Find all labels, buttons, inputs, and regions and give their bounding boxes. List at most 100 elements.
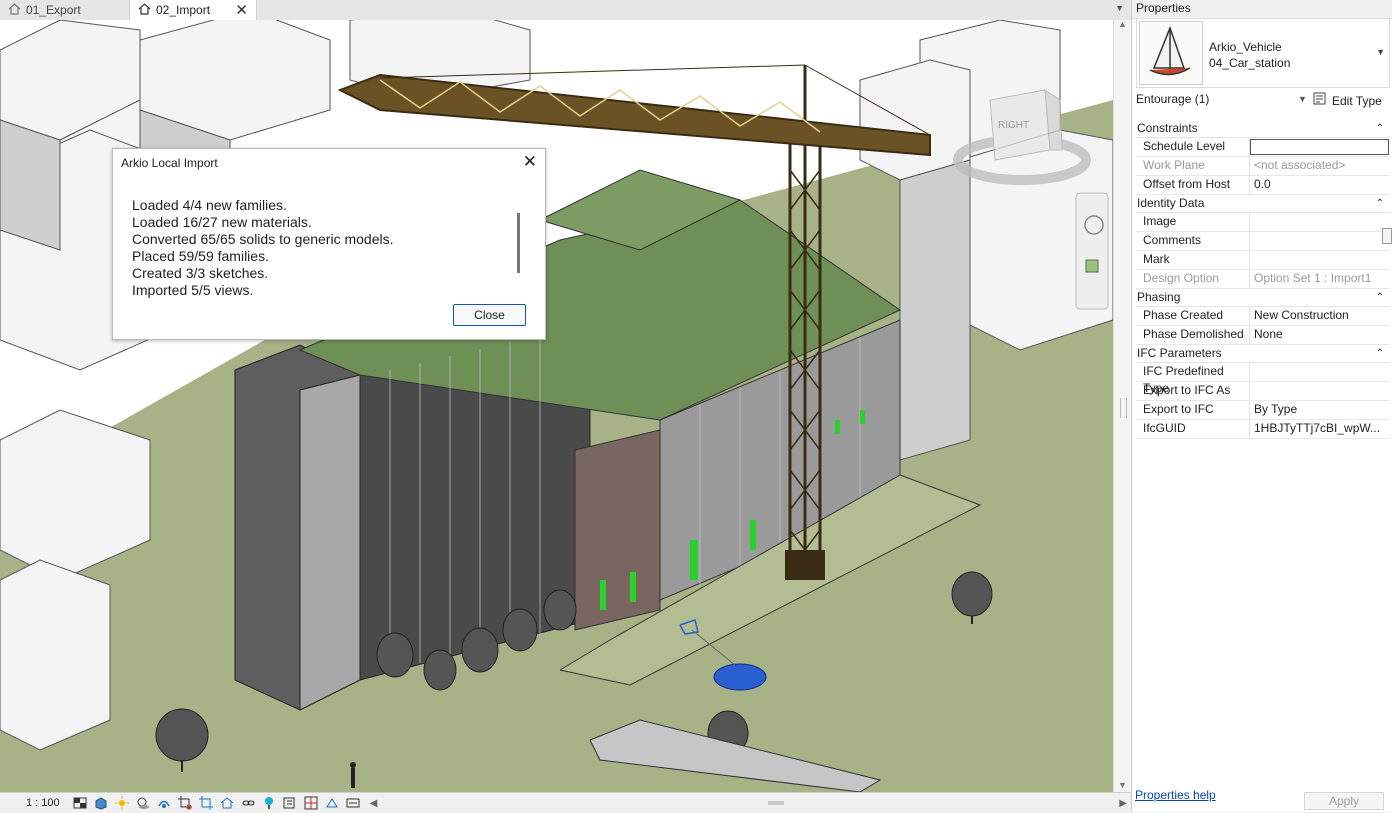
property-value: Option Set 1 : Import1: [1254, 271, 1372, 285]
temporary-view-properties-icon[interactable]: [282, 796, 298, 810]
unlock-3d-view-icon[interactable]: [219, 796, 235, 810]
temporary-hide-icon[interactable]: [240, 796, 256, 810]
properties-scroll-thumb[interactable]: [1382, 228, 1392, 244]
collapse-icon[interactable]: ⌃: [1376, 345, 1384, 362]
property-row[interactable]: Phase Created New Construction: [1136, 307, 1390, 326]
scroll-grip[interactable]: [1120, 398, 1127, 418]
navigation-bar: [1075, 192, 1109, 310]
type-name: Arkio_Vehicle 04_Car_station: [1209, 39, 1290, 71]
chevron-down-icon[interactable]: ▼: [1298, 94, 1307, 104]
message-line: Loaded 4/4 new families.: [132, 197, 287, 213]
property-name: Image: [1136, 213, 1250, 231]
shadows-icon[interactable]: [135, 796, 151, 810]
property-name: Phase Created: [1136, 307, 1250, 325]
property-row[interactable]: Export to IFC As: [1136, 382, 1390, 401]
property-name: Work Plane: [1136, 157, 1250, 175]
property-value[interactable]: [1250, 232, 1390, 250]
scroll-down-icon[interactable]: ▼: [1118, 780, 1127, 790]
collapse-icon[interactable]: ⌃: [1376, 195, 1384, 212]
render-icon[interactable]: [156, 796, 172, 810]
collapse-icon[interactable]: ⌃: [1376, 289, 1384, 306]
properties-grid: Constraints ⌃ Schedule Level Work Plane <n…: [1136, 120, 1390, 439]
dialog-scrollbar[interactable]: [517, 201, 520, 291]
property-value[interactable]: [1250, 251, 1390, 269]
crop-view-icon[interactable]: [177, 796, 193, 810]
sailboat-icon: [1149, 25, 1191, 76]
collapse-icon[interactable]: ⌃: [1376, 120, 1384, 137]
property-value[interactable]: 1HBJTyTTj7cBI_wpW...: [1250, 420, 1390, 438]
group-phasing[interactable]: Phasing ⌃: [1136, 289, 1390, 307]
type-dropdown-icon[interactable]: ▼: [1376, 47, 1385, 57]
group-label: Constraints: [1137, 121, 1198, 135]
apply-button[interactable]: Apply: [1304, 792, 1384, 810]
property-row[interactable]: Export to IFC By Type: [1136, 401, 1390, 420]
viewport-vertical-scrollbar[interactable]: ▲ ▼: [1113, 19, 1132, 792]
message-line: Placed 59/59 families.: [132, 248, 269, 264]
visual-style-icon[interactable]: [93, 796, 109, 810]
dialog-title: Arkio Local Import: [121, 156, 218, 170]
property-row: Work Plane <not associated>: [1136, 157, 1390, 176]
close-tab-icon[interactable]: ✕: [235, 1, 248, 19]
house-icon: [8, 2, 21, 18]
group-identity-data[interactable]: Identity Data ⌃: [1136, 195, 1390, 213]
property-name: Comments: [1136, 232, 1250, 250]
edit-type-label: Edit Type: [1332, 93, 1382, 108]
property-row[interactable]: IFC Predefined Type: [1136, 363, 1390, 395]
close-button[interactable]: Close: [453, 304, 526, 326]
group-label: IFC Parameters: [1137, 346, 1222, 360]
zoom-icon[interactable]: [1085, 259, 1099, 273]
property-value[interactable]: [1250, 382, 1390, 400]
message-line: Converted 65/65 solids to generic models…: [132, 231, 394, 247]
message-line: Loaded 16/27 new materials.: [132, 214, 312, 230]
property-value[interactable]: None: [1250, 326, 1390, 344]
properties-help-link[interactable]: Properties help: [1135, 788, 1216, 802]
property-row[interactable]: IfcGUID 1HBJTyTTj7cBI_wpW...: [1136, 420, 1390, 439]
instance-filter[interactable]: Entourage (1) ▼: [1136, 92, 1307, 106]
scroll-left-icon[interactable]: ◀: [370, 798, 378, 809]
group-constraints[interactable]: Constraints ⌃: [1136, 120, 1390, 138]
property-value[interactable]: By Type: [1250, 401, 1390, 419]
highlight-displacement-icon[interactable]: [345, 796, 361, 810]
horizontal-scroll-grip[interactable]: [768, 801, 784, 805]
property-value[interactable]: [1250, 213, 1390, 231]
show-crop-region-icon[interactable]: [198, 796, 214, 810]
property-name: IFC Predefined Type: [1136, 363, 1250, 395]
scroll-up-icon[interactable]: ▲: [1118, 19, 1127, 29]
family-name: Arkio_Vehicle: [1209, 40, 1282, 54]
dialog-close-icon[interactable]: ✕: [523, 152, 537, 172]
property-value[interactable]: [1250, 139, 1389, 155]
tab-list-dropdown-icon[interactable]: ▼: [1115, 3, 1124, 13]
tab-01-export[interactable]: 01_Export: [0, 0, 128, 20]
sun-path-icon[interactable]: [114, 796, 130, 810]
3d-viewport[interactable]: RIGHT Arkio Local Import ✕ Loaded 4/4 ne…: [0, 20, 1113, 792]
property-row[interactable]: Offset from Host 0.0: [1136, 176, 1390, 195]
property-name: IfcGUID: [1136, 420, 1250, 438]
property-row[interactable]: Image: [1136, 213, 1390, 232]
arkio-import-dialog: Arkio Local Import ✕ Loaded 4/4 new fami…: [112, 148, 546, 340]
property-row[interactable]: Comments: [1136, 232, 1390, 251]
properties-title: Properties: [1132, 0, 1392, 19]
tab-02-import[interactable]: 02_Import ✕: [129, 0, 257, 20]
analytical-model-icon[interactable]: [324, 796, 340, 810]
tab-label: 02_Import: [156, 3, 211, 17]
group-ifc-parameters[interactable]: IFC Parameters ⌃: [1136, 345, 1390, 363]
property-row[interactable]: Schedule Level: [1136, 138, 1390, 157]
property-row[interactable]: Mark: [1136, 251, 1390, 270]
view-scale[interactable]: 1 : 100: [0, 797, 72, 809]
worksharing-icon[interactable]: [303, 796, 319, 810]
type-name-line: 04_Car_station: [1209, 56, 1291, 70]
property-row[interactable]: Phase Demolished None: [1136, 326, 1390, 345]
property-value[interactable]: New Construction: [1250, 307, 1390, 325]
reveal-hidden-icon[interactable]: [261, 796, 277, 810]
property-value[interactable]: 0.0: [1250, 176, 1390, 194]
property-name: Mark: [1136, 251, 1250, 269]
property-value[interactable]: [1250, 363, 1390, 381]
selected-car: [713, 663, 767, 691]
properties-panel: Properties Arkio_Vehicle 04_Car_station …: [1131, 0, 1392, 812]
edit-type-button[interactable]: Edit Type: [1313, 92, 1382, 109]
scroll-right-icon[interactable]: ▶: [1119, 798, 1127, 809]
view-tab-bar: 01_Export 02_Import ✕ ▼: [0, 0, 1131, 21]
type-selector[interactable]: Arkio_Vehicle 04_Car_station ▼: [1136, 18, 1390, 88]
scroll-thumb[interactable]: [517, 213, 520, 273]
detail-level-icon[interactable]: [72, 796, 88, 810]
